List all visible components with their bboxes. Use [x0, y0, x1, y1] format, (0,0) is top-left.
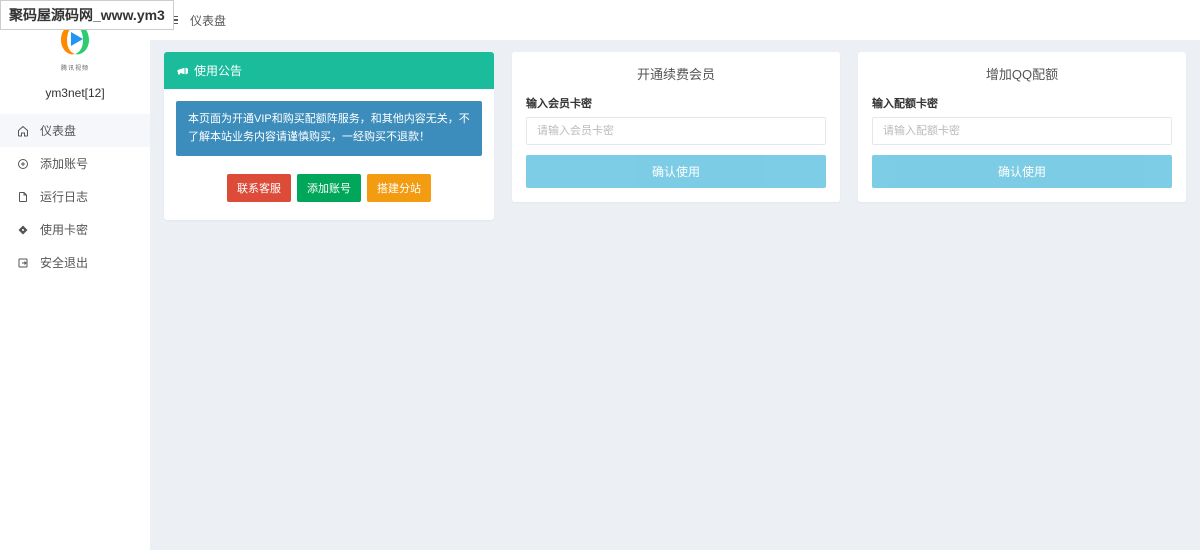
plus-circle-icon — [16, 157, 30, 171]
sidebar-item-add-account[interactable]: 添加账号 — [0, 147, 150, 180]
sidebar-item-logs[interactable]: 运行日志 — [0, 180, 150, 213]
add-account-button[interactable]: 添加账号 — [297, 174, 361, 202]
page-title: 仪表盘 — [190, 12, 226, 29]
vip-card-input[interactable] — [526, 117, 826, 145]
vip-card-header: 开通续费会员 — [512, 52, 840, 95]
nav-label: 添加账号 — [40, 155, 88, 172]
build-substation-button[interactable]: 搭建分站 — [367, 174, 431, 202]
vip-input-label: 输入会员卡密 — [526, 95, 826, 111]
logo-subtext: 腾讯视频 — [0, 63, 150, 72]
announcement-buttons: 联系客服 添加账号 搭建分站 — [176, 174, 482, 208]
sidebar-item-card-secret[interactable]: 使用卡密 — [0, 213, 150, 246]
announcement-card: 使用公告 本页面为开通VIP和购买配额阵服务，和其他内容无关，不了解本站业务内容… — [164, 52, 494, 220]
username-label: ym3net[12] — [0, 78, 150, 114]
file-icon — [16, 190, 30, 204]
top-header: 仪表盘 — [150, 0, 1200, 40]
logout-icon — [16, 256, 30, 270]
quota-card: 增加QQ配额 输入配额卡密 确认使用 — [858, 52, 1186, 202]
tag-icon — [16, 223, 30, 237]
contact-service-button[interactable]: 联系客服 — [227, 174, 291, 202]
bullhorn-icon — [176, 65, 188, 77]
nav-label: 使用卡密 — [40, 221, 88, 238]
quota-card-header: 增加QQ配额 — [858, 52, 1186, 95]
nav-label: 仪表盘 — [40, 122, 76, 139]
quota-confirm-button[interactable]: 确认使用 — [872, 155, 1172, 188]
sidebar-item-logout[interactable]: 安全退出 — [0, 246, 150, 279]
nav-label: 安全退出 — [40, 254, 88, 271]
announcement-header: 使用公告 — [164, 52, 494, 89]
quota-card-input[interactable] — [872, 117, 1172, 145]
browser-tab-title: 聚码屋源码网_www.ym3 — [0, 0, 174, 30]
sidebar-item-dashboard[interactable]: 仪表盘 — [0, 114, 150, 147]
quota-input-label: 输入配额卡密 — [872, 95, 1172, 111]
announcement-title: 使用公告 — [194, 62, 242, 79]
vip-card: 开通续费会员 输入会员卡密 确认使用 — [512, 52, 840, 202]
sidebar: 腾讯视频 ym3net[12] 仪表盘 添加账号 运行日志 使用卡密 — [0, 0, 150, 550]
nav-label: 运行日志 — [40, 188, 88, 205]
sidebar-nav: 仪表盘 添加账号 运行日志 使用卡密 安全退出 — [0, 114, 150, 279]
vip-confirm-button[interactable]: 确认使用 — [526, 155, 826, 188]
home-icon — [16, 124, 30, 138]
announcement-alert: 本页面为开通VIP和购买配额阵服务，和其他内容无关，不了解本站业务内容请谨慎购买… — [176, 101, 482, 156]
